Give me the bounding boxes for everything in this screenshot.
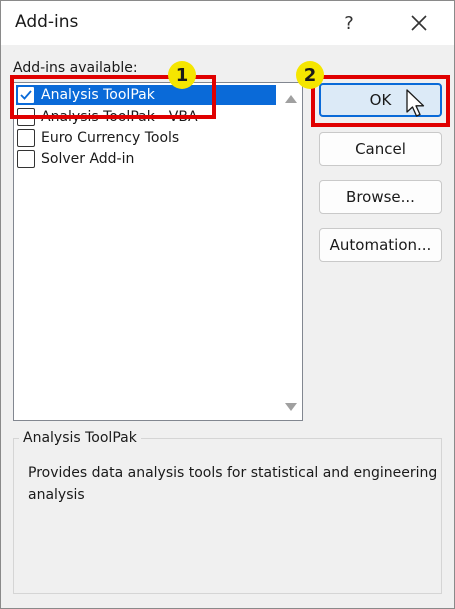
add-ins-dialog: Add-ins ? Add-ins available: Analysis To… [0, 0, 455, 609]
dialog-title: Add-ins [15, 12, 79, 32]
annotation-badge-step1: 1 [168, 61, 196, 89]
automation-button[interactable]: Automation... [319, 228, 442, 262]
checkbox-euro-currency-tools[interactable] [17, 129, 35, 147]
cancel-button[interactable]: Cancel [319, 132, 442, 166]
list-scrollbar[interactable] [280, 83, 302, 420]
checkbox-solver-add-in[interactable] [17, 150, 35, 168]
list-item-label: Solver Add-in [41, 151, 135, 167]
addins-listbox[interactable]: Analysis ToolPak Analysis ToolPak - VBA … [13, 82, 303, 421]
description-title: Analysis ToolPak [19, 430, 141, 446]
annotation-badge-step2: 2 [296, 61, 324, 89]
close-icon [411, 15, 427, 31]
close-button[interactable] [399, 7, 439, 39]
help-button[interactable]: ? [331, 7, 367, 39]
mouse-pointer-icon [406, 89, 425, 117]
title-bar: Add-ins ? [1, 1, 454, 45]
annotation-box-step2 [311, 75, 450, 127]
list-item-solver-add-in[interactable]: Solver Add-in [16, 149, 276, 169]
scroll-up-icon[interactable] [285, 95, 297, 103]
list-item-euro-currency-tools[interactable]: Euro Currency Tools [16, 128, 276, 148]
addins-available-label: Add-ins available: [13, 60, 138, 76]
list-item-label: Euro Currency Tools [41, 130, 180, 146]
description-text: Provides data analysis tools for statist… [28, 465, 438, 503]
browse-button[interactable]: Browse... [319, 180, 442, 214]
scroll-down-icon[interactable] [285, 403, 297, 411]
